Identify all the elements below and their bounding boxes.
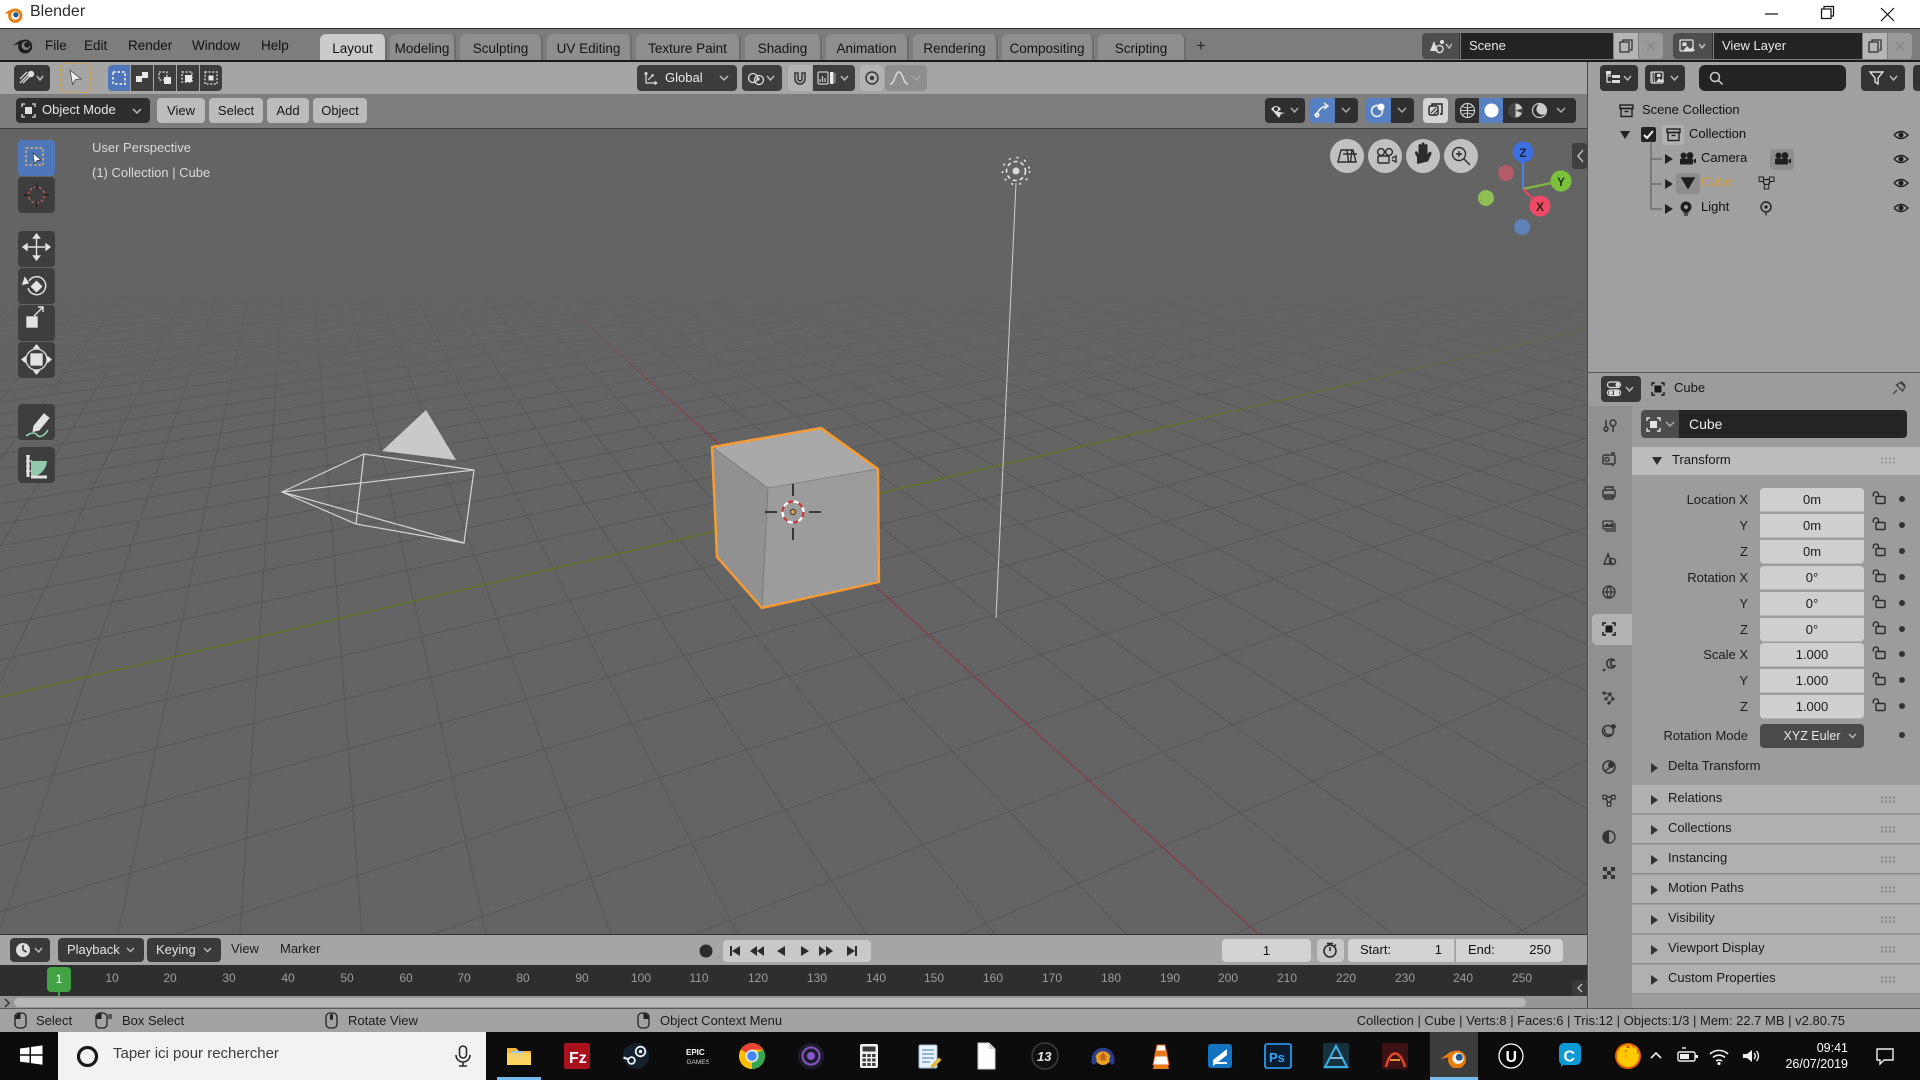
- svg-text:13: 13: [1037, 1049, 1052, 1064]
- svg-text:(1) Collection | Cube: (1) Collection | Cube: [92, 165, 210, 180]
- svg-text:Z: Z: [1519, 146, 1526, 160]
- svg-text:Y: Y: [1557, 175, 1565, 189]
- svg-text:U: U: [1506, 1049, 1518, 1066]
- svg-text:Fz: Fz: [569, 1050, 587, 1067]
- svg-text:GAMES: GAMES: [687, 1059, 710, 1066]
- svg-text:Ps: Ps: [1269, 1050, 1285, 1065]
- svg-text:C: C: [1564, 1049, 1576, 1066]
- svg-text:X: X: [1536, 200, 1544, 214]
- svg-text:EPIC: EPIC: [686, 1048, 705, 1057]
- svg-text:User Perspective: User Perspective: [92, 140, 191, 155]
